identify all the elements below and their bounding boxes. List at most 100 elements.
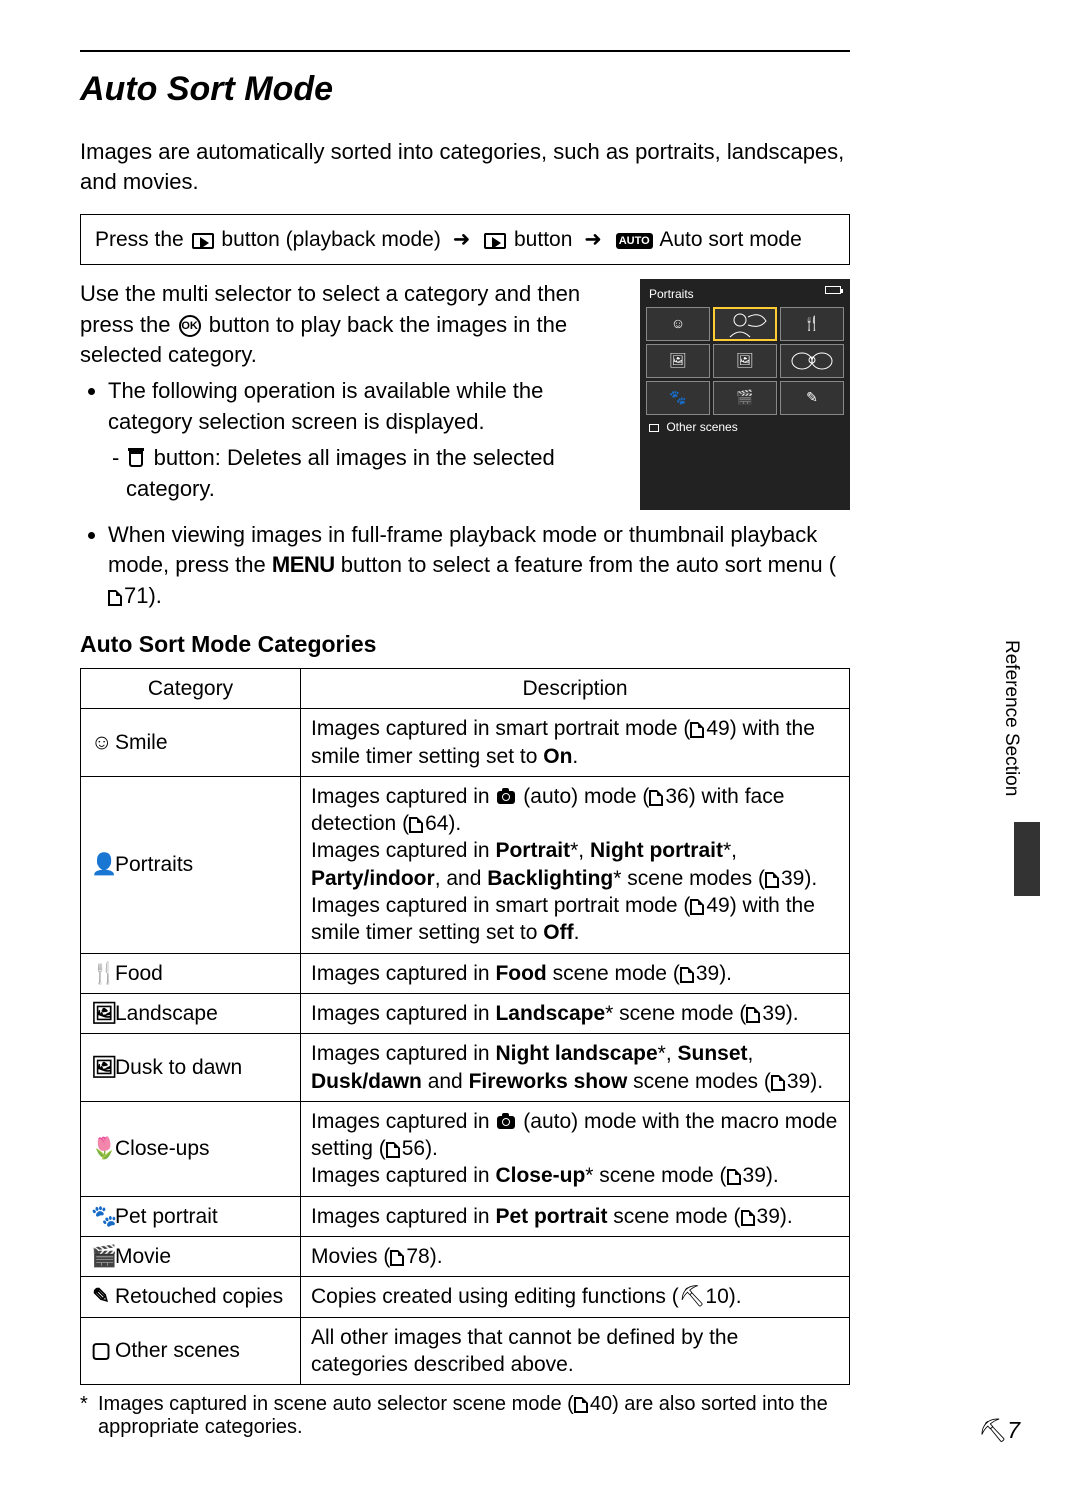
category-cell: ✎Retouched copies	[81, 1277, 301, 1317]
lcd-cell-closeup	[780, 344, 844, 378]
category-icon: 👤	[91, 851, 111, 878]
menu-button-label: MENU	[272, 552, 335, 577]
page-number: ⛏7	[978, 1417, 1020, 1444]
description-cell: Images captured in smart portrait mode (…	[301, 709, 850, 777]
category-name: Landscape	[115, 1002, 218, 1025]
lcd-cell-smile: ☺	[646, 307, 710, 341]
table-row: ▢Other scenesAll other images that canno…	[81, 1317, 850, 1385]
table-row: 🌷Close-upsImages captured in (auto) mode…	[81, 1101, 850, 1196]
category-cell: ▢Other scenes	[81, 1317, 301, 1385]
category-icon: 🌷	[91, 1135, 111, 1162]
page-ref-icon	[386, 1142, 400, 1158]
bullet-text: The following operation is available whi…	[108, 378, 543, 433]
intro-text: Images are automatically sorted into cat…	[80, 137, 850, 196]
sub-bullet-text: button: Deletes all images in the select…	[126, 445, 555, 500]
description-cell: Images captured in (auto) mode with the …	[301, 1101, 850, 1196]
table-row: 🍴FoodImages captured in Food scene mode …	[81, 953, 850, 993]
description-cell: Images captured in Night landscape*, Sun…	[301, 1034, 850, 1102]
key-ref-icon: ⛏	[679, 1285, 706, 1308]
category-cell: 🖼Dusk to dawn	[81, 1034, 301, 1102]
lcd-footer-label: Other scenes	[666, 420, 737, 434]
other-scenes-icon	[649, 424, 659, 432]
page-ref-icon	[649, 790, 663, 806]
category-name: Smile	[115, 731, 168, 754]
lcd-cell-food: 🍴	[780, 307, 844, 341]
category-name: Portraits	[115, 853, 193, 876]
table-row: 🎬MovieMovies (78).	[81, 1237, 850, 1277]
page-ref-icon	[690, 722, 704, 738]
category-cell: 🌷Close-ups	[81, 1101, 301, 1196]
category-icon: 🐾	[91, 1203, 111, 1230]
camera-screen-preview: Portraits ☺ 🍴 🖼 🖼 🐾 🎬 ✎	[640, 279, 850, 510]
footnote-text-a: Images captured in scene auto selector s…	[98, 1393, 574, 1415]
camera-icon	[497, 1116, 515, 1129]
category-icon: 🎬	[91, 1243, 111, 1270]
category-name: Other scenes	[115, 1339, 240, 1362]
categories-subheading: Auto Sort Mode Categories	[80, 631, 850, 658]
trash-icon	[129, 451, 143, 467]
description-cell: Images captured in Pet portrait scene mo…	[301, 1196, 850, 1236]
nav-mode-label: Auto sort mode	[659, 228, 801, 251]
page-ref-icon	[690, 899, 704, 915]
section-label: Reference Section	[1000, 640, 1022, 796]
navigation-path-box: Press the button (playback mode) button …	[80, 214, 850, 265]
category-cell: 🍴Food	[81, 953, 301, 993]
category-cell: ☺Smile	[81, 709, 301, 777]
section-tab	[1014, 822, 1040, 896]
table-row: 🖼LandscapeImages captured in Landscape* …	[81, 993, 850, 1033]
lcd-cell-retouch: ✎	[780, 381, 844, 415]
page-ref-icon	[680, 967, 694, 983]
page-ref-icon	[765, 872, 779, 888]
page-ref-icon	[409, 817, 423, 833]
description-cell: All other images that cannot be defined …	[301, 1317, 850, 1385]
table-row: 🖼Dusk to dawnImages captured in Night la…	[81, 1034, 850, 1102]
nav-step1: button (playback mode)	[221, 228, 440, 251]
footnote-ref: 40	[590, 1393, 612, 1415]
page-ref-icon	[771, 1075, 785, 1091]
col-category: Category	[81, 668, 301, 708]
bullet-item: When viewing images in full-frame playba…	[108, 520, 850, 611]
category-name: Dusk to dawn	[115, 1056, 242, 1079]
description-cell: Images captured in Food scene mode (39).	[301, 953, 850, 993]
bullet-item: The following operation is available whi…	[108, 376, 622, 503]
description-cell: Copies created using editing functions (…	[301, 1277, 850, 1317]
page-ref-icon	[574, 1397, 588, 1413]
lcd-cell-dusk: 🖼	[713, 344, 777, 378]
description-cell: Images captured in (auto) mode (36) with…	[301, 776, 850, 953]
category-name: Pet portrait	[115, 1205, 218, 1228]
category-cell: 👤Portraits	[81, 776, 301, 953]
ok-button-icon: OK	[179, 315, 201, 337]
lcd-cell-portraits	[713, 307, 777, 341]
lcd-cell-movie: 🎬	[713, 381, 777, 415]
page-ref-icon	[741, 1210, 755, 1226]
table-row: 👤PortraitsImages captured in (auto) mode…	[81, 776, 850, 953]
table-row: ✎Retouched copiesCopies created using ed…	[81, 1277, 850, 1317]
categories-table: Category Description ☺SmileImages captur…	[80, 668, 850, 1385]
description-cell: Images captured in Landscape* scene mode…	[301, 993, 850, 1033]
category-name: Retouched copies	[115, 1285, 283, 1308]
page-ref-num: 71).	[124, 583, 162, 608]
category-cell: 🎬Movie	[81, 1237, 301, 1277]
lcd-cell-landscape: 🖼	[646, 344, 710, 378]
category-name: Close-ups	[115, 1137, 210, 1160]
arrow-icon	[447, 228, 477, 251]
page-ref-icon	[727, 1169, 741, 1185]
category-cell: 🖼Landscape	[81, 993, 301, 1033]
camera-icon	[497, 791, 515, 804]
sub-bullet-item: button: Deletes all images in the select…	[126, 443, 622, 504]
nav-step2: button	[514, 228, 572, 251]
category-icon: 🖼	[91, 1000, 111, 1027]
battery-icon	[825, 286, 841, 294]
playback-icon	[192, 233, 214, 249]
nav-prefix: Press the	[95, 228, 190, 251]
page-ref-icon	[390, 1250, 404, 1266]
category-icon: 🍴	[91, 960, 111, 987]
category-name: Food	[115, 962, 163, 985]
col-description: Description	[301, 668, 850, 708]
page-title: Auto Sort Mode	[80, 70, 850, 109]
playback-icon	[484, 233, 506, 249]
category-name: Movie	[115, 1245, 171, 1268]
bullet-text-b: button to select a feature from the auto…	[335, 552, 836, 577]
page-ref-icon	[746, 1007, 760, 1023]
table-row: ☺SmileImages captured in smart portrait …	[81, 709, 850, 777]
